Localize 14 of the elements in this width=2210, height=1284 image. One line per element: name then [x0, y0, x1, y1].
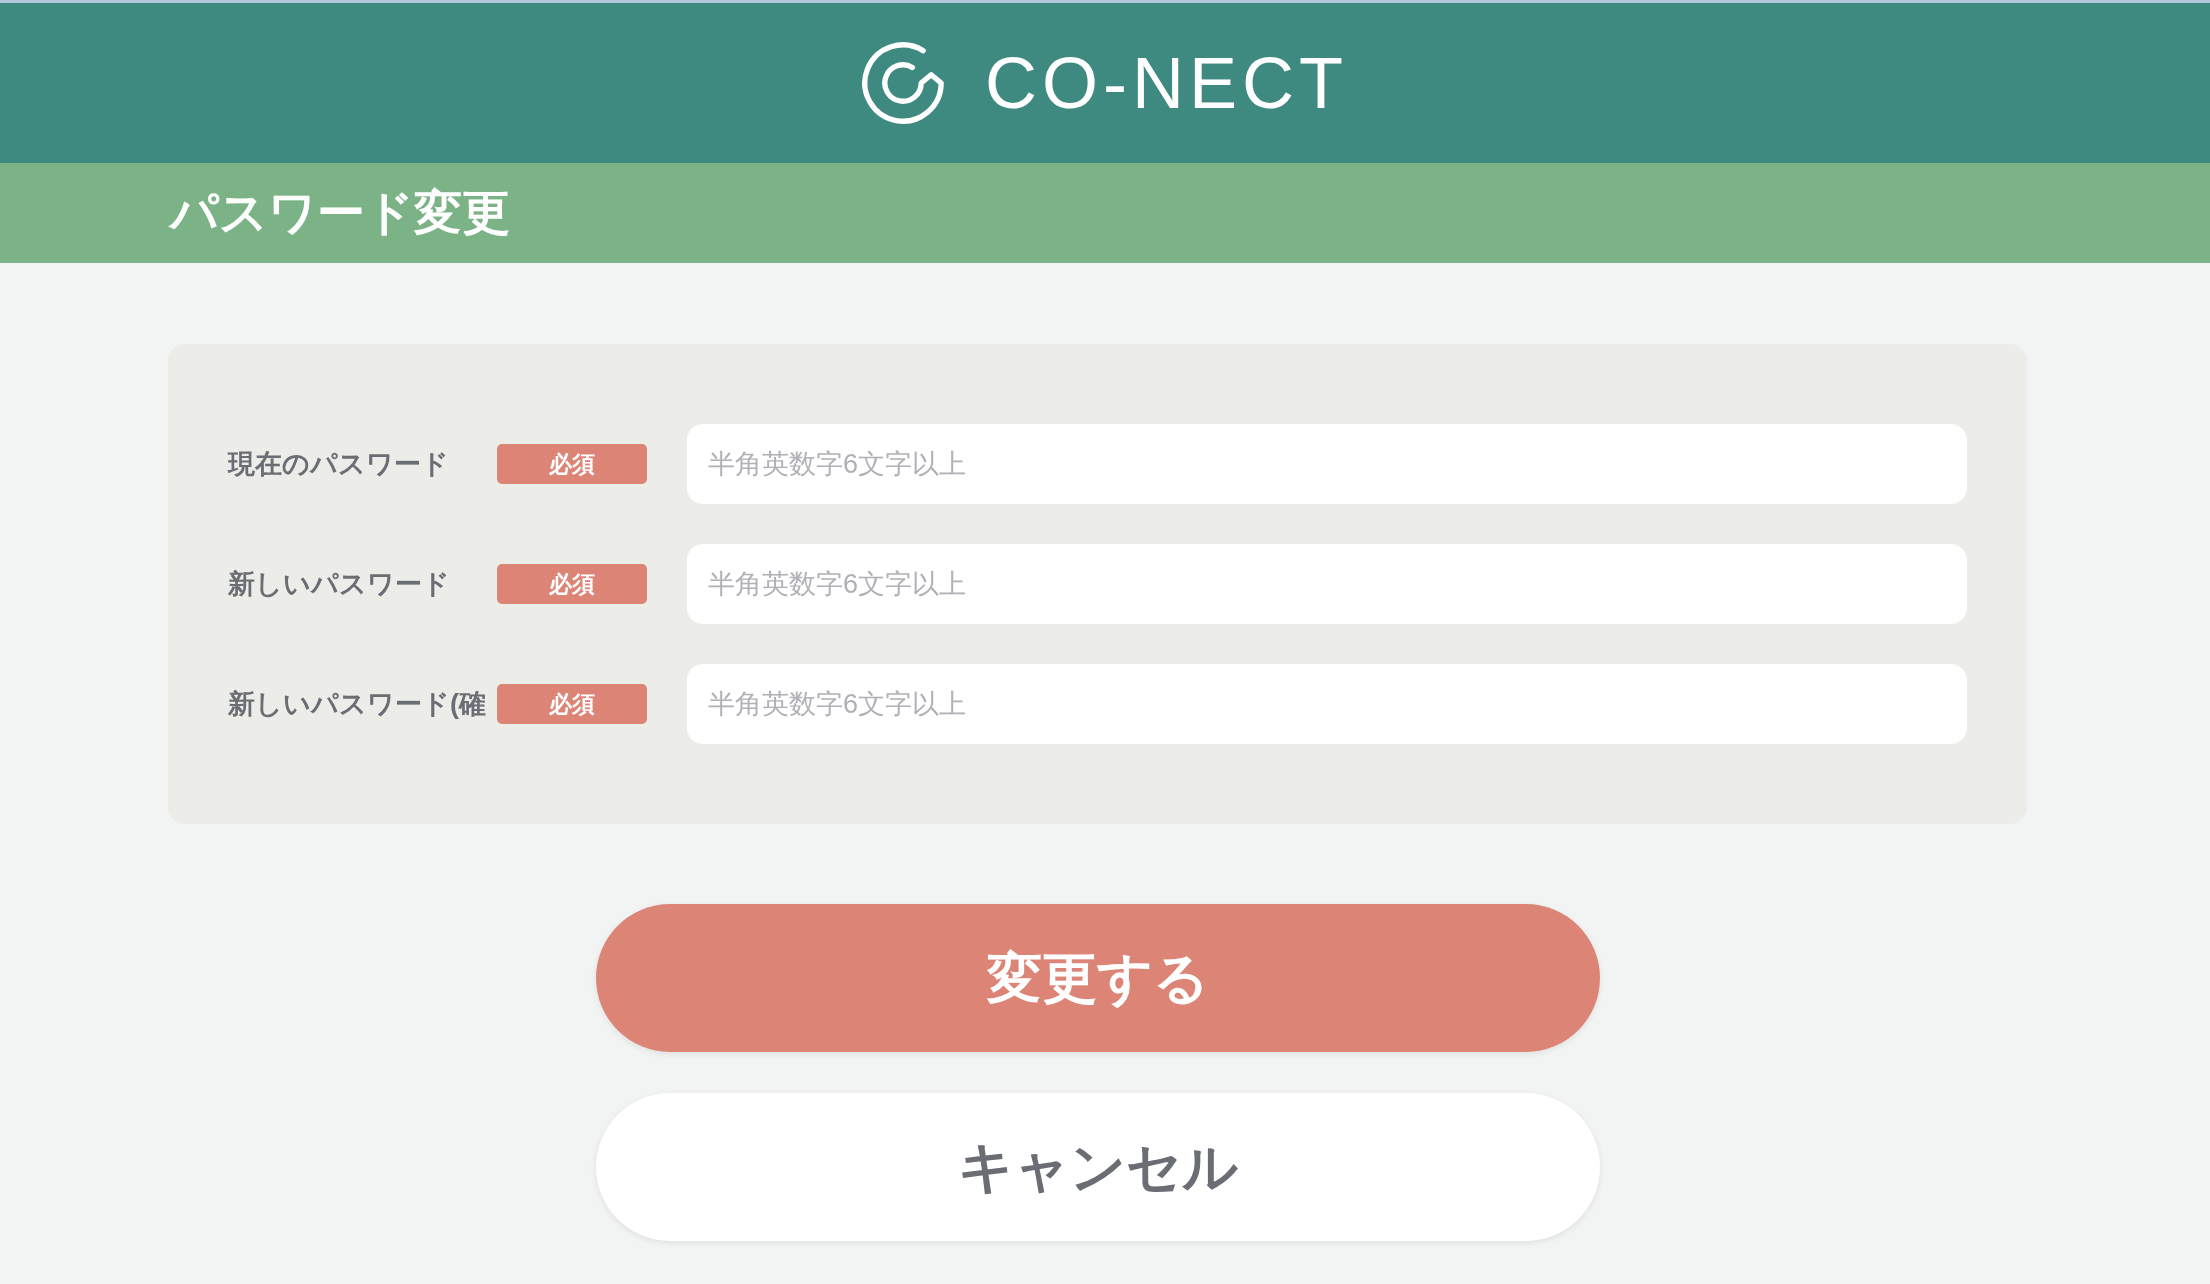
- logo-icon: [862, 42, 944, 124]
- field-label: 新しいパスワード(確: [228, 690, 486, 718]
- submit-button[interactable]: 変更する: [595, 904, 1600, 1052]
- password-field[interactable]: 半角英数字6文字以上: [687, 544, 1967, 624]
- password-field[interactable]: 半角英数字6文字以上: [687, 424, 1967, 504]
- field-label: 新しいパスワード: [228, 570, 450, 598]
- required-badge: 必須: [497, 684, 647, 724]
- cancel-button[interactable]: キャンセル: [595, 1093, 1600, 1241]
- field-label: 現在のパスワード: [228, 450, 449, 478]
- required-badge: 必須: [497, 444, 647, 484]
- required-badge: 必須: [497, 564, 647, 604]
- logo-text: CO-NECT: [985, 47, 1348, 119]
- password-field[interactable]: 半角英数字6文字以上: [687, 664, 1967, 744]
- page-title: パスワード変更: [170, 189, 510, 237]
